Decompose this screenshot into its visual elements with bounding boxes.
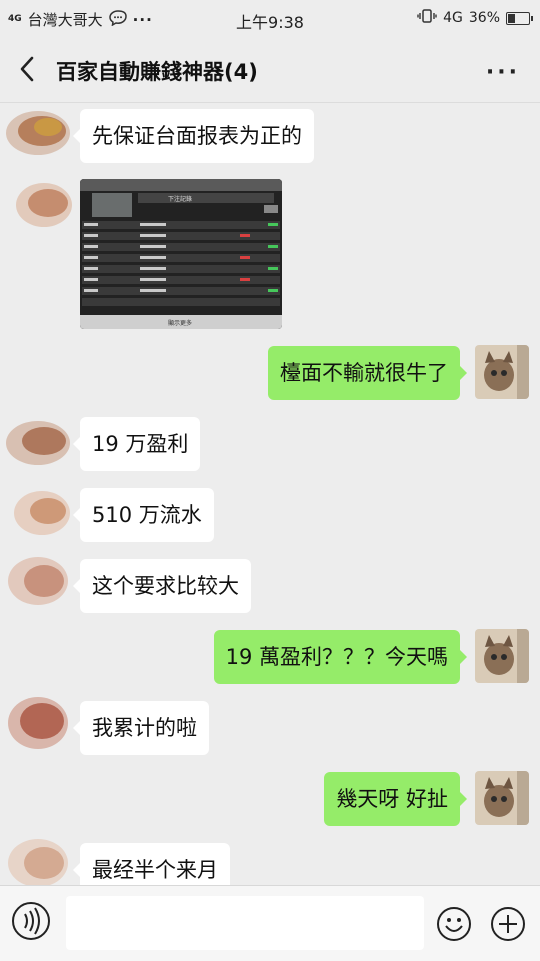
avatar[interactable] [4, 413, 70, 471]
message-bubble[interactable]: 19 萬盈利？？？今天嗎 [213, 630, 468, 684]
my-avatar[interactable] [475, 629, 529, 683]
image-header-text: 下注記錄 [168, 195, 192, 203]
battery-percent: 36% [468, 10, 500, 26]
avatar[interactable] [4, 831, 68, 885]
network-type: 4G [443, 10, 463, 26]
battery-icon [506, 11, 533, 25]
my-avatar[interactable] [475, 345, 529, 399]
vibrate-icon [417, 9, 437, 27]
status-right: 4G 36% [417, 9, 533, 27]
my-avatar[interactable] [475, 771, 529, 825]
chat-header: 百家自動賺錢神器(4) ··· [0, 38, 540, 103]
plus-icon[interactable] [490, 906, 526, 942]
message-bubble[interactable]: 510 万流水 [73, 488, 214, 542]
avatar[interactable] [4, 175, 72, 233]
status-bar: 4G 台灣大哥大 ··· 上午9:38 4G 36% [0, 0, 540, 38]
message-list[interactable]: 先保证台面报表为正的 下注記錄 顯示更多 檯面不輸就很牛了 19 万盈利 510… [0, 103, 540, 885]
chat-title: 百家自動賺錢神器(4) [56, 60, 258, 84]
message-bubble[interactable]: 我累计的啦 [73, 701, 209, 755]
avatar[interactable] [4, 483, 70, 541]
message-bubble[interactable]: 最经半个来月 [73, 843, 230, 885]
avatar[interactable] [4, 691, 68, 749]
message-bubble[interactable]: 幾天呀 好扯 [324, 772, 467, 826]
back-arrow-icon[interactable] [14, 52, 44, 86]
avatar[interactable] [4, 105, 70, 163]
input-bar [0, 885, 540, 961]
message-bubble[interactable]: 19 万盈利 [72, 417, 201, 471]
message-input[interactable] [66, 896, 424, 950]
message-bubble[interactable]: 先保证台面报表为正的 [73, 109, 314, 163]
image-footer-text: 顯示更多 [168, 319, 192, 327]
emoji-icon[interactable] [436, 906, 472, 942]
avatar[interactable] [4, 551, 68, 609]
voice-icon[interactable] [10, 900, 52, 942]
image-message[interactable]: 下注記錄 顯示更多 [80, 179, 282, 329]
message-bubble[interactable]: 檯面不輸就很牛了 [268, 346, 467, 400]
more-icon[interactable]: ··· [486, 60, 520, 85]
message-bubble[interactable]: 这个要求比较大 [73, 559, 251, 613]
